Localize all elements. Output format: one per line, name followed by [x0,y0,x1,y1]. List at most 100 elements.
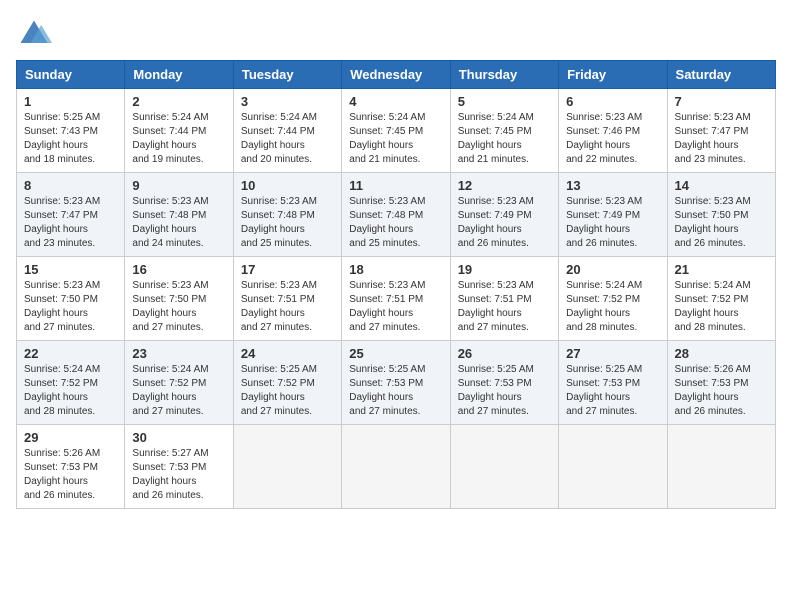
day-header-wednesday: Wednesday [342,61,450,89]
day-number: 21 [675,262,768,277]
day-info: Sunrise: 5:23 AMSunset: 7:50 PMDaylight … [132,279,225,335]
day-number: 9 [132,178,225,193]
day-number: 5 [458,94,551,109]
logo [16,16,56,52]
day-number: 4 [349,94,442,109]
day-cell-5: 5 Sunrise: 5:24 AMSunset: 7:45 PMDaylight… [450,89,558,173]
day-info: Sunrise: 5:25 AMSunset: 7:53 PMDaylight … [458,363,551,419]
day-info: Sunrise: 5:27 AMSunset: 7:53 PMDaylight … [132,447,225,503]
day-info: Sunrise: 5:23 AMSunset: 7:48 PMDaylight … [349,195,442,251]
calendar-body: 1 Sunrise: 5:25 AMSunset: 7:43 PMDaylight… [17,89,776,509]
calendar-table: SundayMondayTuesdayWednesdayThursdayFrid… [16,60,776,509]
day-cell-6: 6 Sunrise: 5:23 AMSunset: 7:46 PMDaylight… [559,89,667,173]
day-number: 10 [241,178,334,193]
header-row: SundayMondayTuesdayWednesdayThursdayFrid… [17,61,776,89]
day-cell-7: 7 Sunrise: 5:23 AMSunset: 7:47 PMDaylight… [667,89,775,173]
day-info: Sunrise: 5:23 AMSunset: 7:51 PMDaylight … [349,279,442,335]
day-info: Sunrise: 5:24 AMSunset: 7:45 PMDaylight … [349,111,442,167]
day-number: 3 [241,94,334,109]
calendar-week-4: 22Sunrise: 5:24 AMSunset: 7:52 PMDayligh… [17,341,776,425]
day-info: Sunrise: 5:23 AMSunset: 7:49 PMDaylight … [458,195,551,251]
empty-cell [450,425,558,509]
day-number: 14 [675,178,768,193]
day-cell-13: 13 Sunrise: 5:23 AMSunset: 7:49 PMDayligh… [559,173,667,257]
day-info: Sunrise: 5:23 AMSunset: 7:50 PMDaylight … [675,195,768,251]
day-info: Sunrise: 5:25 AMSunset: 7:52 PMDaylight … [241,363,334,419]
day-number: 23 [132,346,225,361]
calendar-week-2: 8Sunrise: 5:23 AMSunset: 7:47 PMDaylight… [17,173,776,257]
day-number: 11 [349,178,442,193]
day-number: 2 [132,94,225,109]
day-number: 19 [458,262,551,277]
day-info: Sunrise: 5:24 AMSunset: 7:44 PMDaylight … [132,111,225,167]
day-info: Sunrise: 5:23 AMSunset: 7:48 PMDaylight … [241,195,334,251]
page-header [16,16,776,52]
day-info: Sunrise: 5:24 AMSunset: 7:52 PMDaylight … [132,363,225,419]
day-info: Sunrise: 5:23 AMSunset: 7:49 PMDaylight … [566,195,659,251]
day-info: Sunrise: 5:23 AMSunset: 7:50 PMDaylight … [24,279,117,335]
day-cell-20: 20 Sunrise: 5:24 AMSunset: 7:52 PMDayligh… [559,257,667,341]
day-info: Sunrise: 5:23 AMSunset: 7:48 PMDaylight … [132,195,225,251]
day-header-friday: Friday [559,61,667,89]
day-cell-23: 23 Sunrise: 5:24 AMSunset: 7:52 PMDayligh… [125,341,233,425]
calendar-week-3: 15 Sunrise: 5:23 AMSunset: 7:50 PMDayligh… [17,257,776,341]
day-cell-3: 3Sunrise: 5:24 AMSunset: 7:44 PMDaylight… [233,89,341,173]
day-cell-29: 29 Sunrise: 5:26 AMSunset: 7:53 PMDayligh… [17,425,125,509]
day-info: Sunrise: 5:25 AMSunset: 7:53 PMDaylight … [349,363,442,419]
day-cell-14: 14 Sunrise: 5:23 AMSunset: 7:50 PMDayligh… [667,173,775,257]
calendar-week-5: 29 Sunrise: 5:26 AMSunset: 7:53 PMDayligh… [17,425,776,509]
day-cell-11: 11 Sunrise: 5:23 AMSunset: 7:48 PMDayligh… [342,173,450,257]
day-number: 29 [24,430,117,445]
day-cell-28: 28 Sunrise: 5:26 AMSunset: 7:53 PMDayligh… [667,341,775,425]
day-cell-2: 2 Sunrise: 5:24 AMSunset: 7:44 PMDaylight… [125,89,233,173]
day-info: Sunrise: 5:24 AMSunset: 7:45 PMDaylight … [458,111,551,167]
day-info: Sunrise: 5:24 AMSunset: 7:52 PMDaylight … [24,363,117,419]
empty-cell [559,425,667,509]
day-info: Sunrise: 5:23 AMSunset: 7:47 PMDaylight … [675,111,768,167]
day-cell-15: 15 Sunrise: 5:23 AMSunset: 7:50 PMDayligh… [17,257,125,341]
logo-icon [16,16,52,52]
day-cell-12: 12Sunrise: 5:23 AMSunset: 7:49 PMDayligh… [450,173,558,257]
day-info: Sunrise: 5:23 AMSunset: 7:47 PMDaylight … [24,195,117,251]
day-header-thursday: Thursday [450,61,558,89]
day-number: 7 [675,94,768,109]
day-number: 13 [566,178,659,193]
day-cell-27: 27 Sunrise: 5:25 AMSunset: 7:53 PMDayligh… [559,341,667,425]
empty-cell [667,425,775,509]
day-info: Sunrise: 5:25 AMSunset: 7:53 PMDaylight … [566,363,659,419]
day-info: Sunrise: 5:24 AMSunset: 7:52 PMDaylight … [675,279,768,335]
day-number: 15 [24,262,117,277]
day-cell-24: 24Sunrise: 5:25 AMSunset: 7:52 PMDayligh… [233,341,341,425]
day-number: 20 [566,262,659,277]
day-number: 16 [132,262,225,277]
day-cell-17: 17 Sunrise: 5:23 AMSunset: 7:51 PMDayligh… [233,257,341,341]
day-info: Sunrise: 5:25 AMSunset: 7:43 PMDaylight … [24,111,117,167]
day-header-saturday: Saturday [667,61,775,89]
day-number: 1 [24,94,117,109]
day-info: Sunrise: 5:23 AMSunset: 7:51 PMDaylight … [241,279,334,335]
day-info: Sunrise: 5:23 AMSunset: 7:46 PMDaylight … [566,111,659,167]
day-number: 27 [566,346,659,361]
day-cell-25: 25 Sunrise: 5:25 AMSunset: 7:53 PMDayligh… [342,341,450,425]
day-info: Sunrise: 5:26 AMSunset: 7:53 PMDaylight … [675,363,768,419]
empty-cell [342,425,450,509]
day-number: 28 [675,346,768,361]
day-info: Sunrise: 5:24 AMSunset: 7:52 PMDaylight … [566,279,659,335]
day-info: Sunrise: 5:26 AMSunset: 7:53 PMDaylight … [24,447,117,503]
day-header-monday: Monday [125,61,233,89]
day-number: 6 [566,94,659,109]
day-cell-1: 1 Sunrise: 5:25 AMSunset: 7:43 PMDaylight… [17,89,125,173]
day-cell-21: 21 Sunrise: 5:24 AMSunset: 7:52 PMDayligh… [667,257,775,341]
day-header-sunday: Sunday [17,61,125,89]
day-cell-16: 16 Sunrise: 5:23 AMSunset: 7:50 PMDayligh… [125,257,233,341]
day-cell-18: 18 Sunrise: 5:23 AMSunset: 7:51 PMDayligh… [342,257,450,341]
day-cell-4: 4 Sunrise: 5:24 AMSunset: 7:45 PMDaylight… [342,89,450,173]
day-info: Sunrise: 5:23 AMSunset: 7:51 PMDaylight … [458,279,551,335]
day-number: 25 [349,346,442,361]
day-number: 18 [349,262,442,277]
day-cell-19: 19 Sunrise: 5:23 AMSunset: 7:51 PMDayligh… [450,257,558,341]
day-number: 30 [132,430,225,445]
calendar-header: SundayMondayTuesdayWednesdayThursdayFrid… [17,61,776,89]
day-number: 17 [241,262,334,277]
day-cell-22: 22Sunrise: 5:24 AMSunset: 7:52 PMDayligh… [17,341,125,425]
